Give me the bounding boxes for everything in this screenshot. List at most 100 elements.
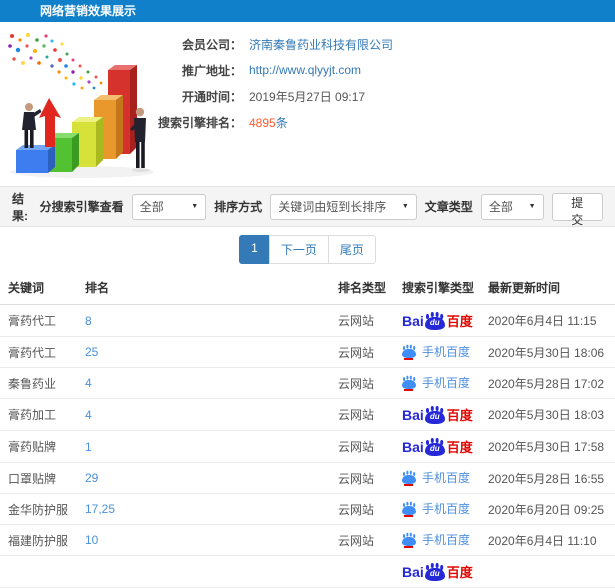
rank-link[interactable]: 17,25 xyxy=(85,502,115,516)
rank-cell: 29 xyxy=(77,462,330,494)
keyword-cell: 膏药加工 xyxy=(0,398,77,431)
keyword-cell: 秦鲁药业 xyxy=(0,367,77,399)
mobile-baidu-paw-icon xyxy=(402,533,416,548)
businessman-left xyxy=(22,103,42,148)
col-rank: 排名 xyxy=(77,271,330,305)
update-time-cell: 2020年6月4日 11:15 xyxy=(480,304,615,337)
mobile-baidu-logo: 手机百度 xyxy=(402,469,470,486)
rank-link[interactable]: 25 xyxy=(85,345,98,359)
table-row: 秦鲁药业 4 云网站 Baidu百度 手机百度 2020年5月28日 17:02 xyxy=(0,367,615,399)
article-type-label: 文章类型 xyxy=(424,200,473,214)
table-row: 膏药代工 8 云网站 Baidu百度 手机百度 2020年6月4日 11:15 xyxy=(0,304,615,337)
open-time-row: 开通时间： 2019年5月27日 09:17 xyxy=(150,87,615,105)
open-time-value: 2019年5月27日 09:17 xyxy=(249,89,366,104)
rank-cell: 4 xyxy=(77,398,330,431)
update-time-cell: 2020年5月30日 18:06 xyxy=(480,336,615,368)
col-keyword: 关键词 xyxy=(0,271,77,305)
caret-down-icon: ▼ xyxy=(191,203,199,210)
caret-down-icon: ▼ xyxy=(528,203,536,210)
table-row-partial: Baidu百度 手机百度 xyxy=(0,555,615,588)
mobile-baidu-paw-icon xyxy=(402,376,416,391)
rank-link[interactable]: 4 xyxy=(85,408,92,422)
rank-type-cell: 云网站 xyxy=(330,367,394,399)
pagination: 1 下一页 尾页 xyxy=(239,234,376,264)
table-header-row: 关键词 排名 排名类型 搜索引擎类型 最新更新时间 xyxy=(0,271,615,305)
promo-url-link[interactable]: http://www.qlyyjt.com xyxy=(249,63,361,77)
update-time-cell xyxy=(480,555,615,588)
sort-label: 排序方式 xyxy=(214,200,263,214)
sort-selected: 关键词由短到长排序 xyxy=(278,200,387,214)
last-page-button[interactable]: 尾页 xyxy=(327,234,376,264)
baidu-logo: Bai du 百度 xyxy=(402,312,473,330)
engine-type-cell: Baidu百度 手机百度 xyxy=(394,367,480,399)
engine-rank-unit: 条 xyxy=(275,115,288,130)
rank-link[interactable]: 10 xyxy=(85,533,98,547)
promo-url-row: 推广地址： http://www.qlyyjt.com xyxy=(150,61,615,79)
result-label: 结果: xyxy=(12,191,28,223)
rank-type-cell: 云网站 xyxy=(330,336,394,368)
baidu-paw-icon: du xyxy=(424,438,445,456)
engine-type-cell: Baidu百度 手机百度 xyxy=(394,524,480,556)
update-time-cell: 2020年5月28日 16:55 xyxy=(480,462,615,494)
confetti xyxy=(8,33,103,90)
engine-view-select[interactable]: 全部 ▼ xyxy=(131,193,207,220)
keyword-cell xyxy=(0,555,77,588)
rank-cell: 4 xyxy=(77,367,330,399)
rank-type-cell: 云网站 xyxy=(330,462,394,494)
mobile-baidu-paw-icon xyxy=(402,345,416,360)
engine-type-cell: Baidu百度 手机百度 xyxy=(394,462,480,494)
mobile-baidu-logo: 手机百度 xyxy=(402,343,470,360)
pager-section: 1 下一页 尾页 xyxy=(0,227,615,271)
table-row: 口罩贴牌 29 云网站 Baidu百度 手机百度 2020年5月28日 16:5… xyxy=(0,462,615,494)
keyword-cell: 膏药代工 xyxy=(0,336,77,368)
rank-link[interactable]: 1 xyxy=(85,440,92,454)
rank-cell: 10 xyxy=(77,524,330,556)
keyword-cell: 口罩贴牌 xyxy=(0,462,77,494)
update-time-cell: 2020年5月28日 17:02 xyxy=(480,367,615,399)
filter-group: 分搜索引擎查看 全部 ▼ 排序方式 关键词由短到长排序 ▼ 文章类型 全部 ▼ … xyxy=(40,192,603,227)
rank-type-cell: 云网站 xyxy=(330,524,394,556)
table-row: 膏药代工 25 云网站 Baidu百度 手机百度 2020年5月30日 18:0… xyxy=(0,336,615,368)
rank-type-cell xyxy=(330,555,394,588)
engine-type-cell: Baidu百度 手机百度 xyxy=(394,555,480,588)
update-time-cell: 2020年6月4日 11:10 xyxy=(480,524,615,556)
rank-cell xyxy=(77,555,330,588)
table-row: 福建防护服 10 云网站 Baidu百度 手机百度 2020年6月4日 11:1… xyxy=(0,524,615,556)
rank-type-cell: 云网站 xyxy=(330,430,394,463)
rank-link[interactable]: 8 xyxy=(85,314,92,328)
member-company-row: 会员公司： 济南秦鲁药业科技有限公司 xyxy=(150,35,615,53)
rank-cell: 8 xyxy=(77,304,330,337)
info-section: 会员公司： 济南秦鲁药业科技有限公司 推广地址： http://www.qlyy… xyxy=(0,22,615,186)
keyword-cell: 膏药贴牌 xyxy=(0,430,77,463)
page-title: 网络营销效果展示 xyxy=(0,0,615,22)
engine-type-cell: Baidu百度 手机百度 xyxy=(394,398,480,431)
results-table: 关键词 排名 排名类型 搜索引擎类型 最新更新时间 膏药代工 8 云网站 Bai… xyxy=(0,271,615,588)
rank-link[interactable]: 4 xyxy=(85,376,92,390)
table-row: 膏药加工 4 云网站 Baidu百度 手机百度 2020年5月30日 18:03 xyxy=(0,398,615,431)
article-type-selected: 全部 xyxy=(488,200,513,214)
baidu-paw-icon: du xyxy=(424,406,445,424)
engine-rank-row: 搜索引擎排名： 4895条 xyxy=(150,113,615,131)
baidu-paw-icon: du xyxy=(424,312,445,330)
col-rank-type: 排名类型 xyxy=(330,271,394,305)
engine-type-cell: Baidu百度 手机百度 xyxy=(394,336,480,368)
page-1-button[interactable]: 1 xyxy=(239,234,270,264)
engine-rank-value: 4895条 xyxy=(249,114,288,131)
baidu-logo: Bai du 百度 xyxy=(402,438,473,456)
sort-select[interactable]: 关键词由短到长排序 ▼ xyxy=(270,193,417,220)
mobile-baidu-logo: 手机百度 xyxy=(402,531,470,548)
member-company-link[interactable]: 济南秦鲁药业科技有限公司 xyxy=(249,36,393,53)
rank-link[interactable]: 29 xyxy=(85,471,98,485)
baidu-paw-icon: du xyxy=(424,563,445,581)
mobile-baidu-paw-icon xyxy=(402,502,416,517)
rank-cell: 25 xyxy=(77,336,330,368)
col-engine-type: 搜索引擎类型 xyxy=(394,271,480,305)
keyword-cell: 福建防护服 xyxy=(0,524,77,556)
next-page-button[interactable]: 下一页 xyxy=(268,234,329,264)
rank-type-cell: 云网站 xyxy=(330,398,394,431)
growth-bar-chart-illustration xyxy=(8,33,154,178)
engine-view-selected: 全部 xyxy=(139,200,164,214)
article-type-select[interactable]: 全部 ▼ xyxy=(480,193,544,220)
engine-type-cell: Baidu百度 手机百度 xyxy=(394,430,480,463)
submit-button[interactable]: 提交 xyxy=(551,192,603,227)
